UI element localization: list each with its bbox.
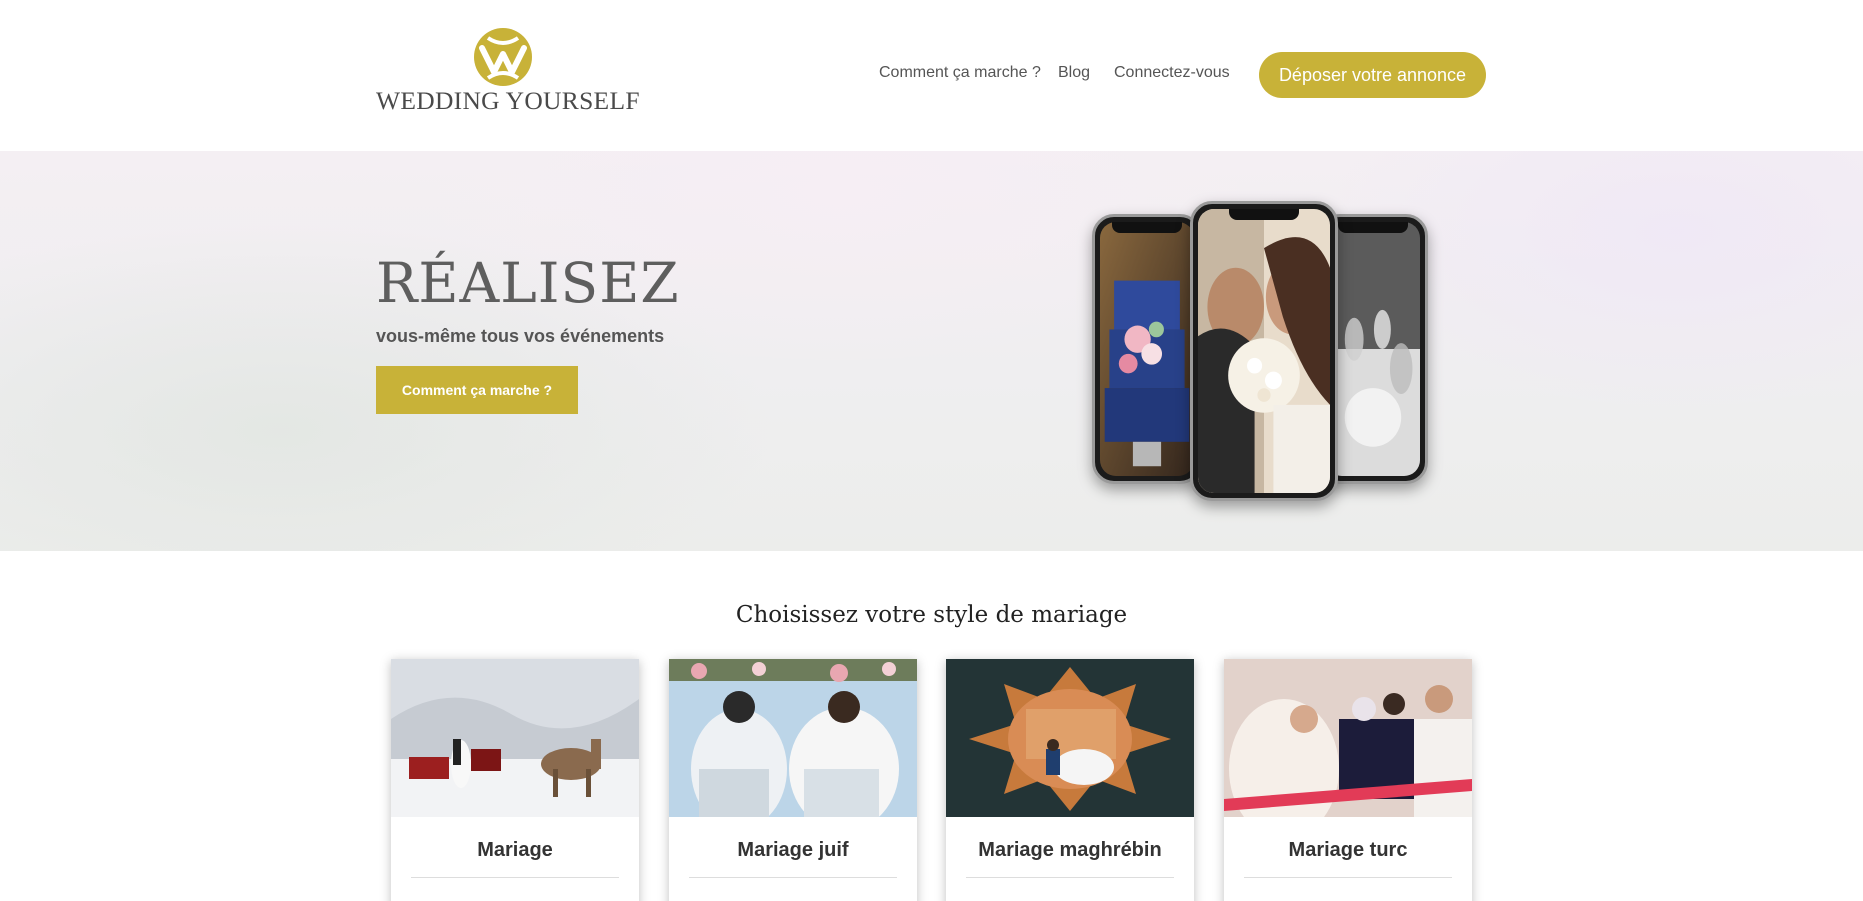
logo-text: WEDDING YOURSELF	[376, 86, 640, 115]
card-divider	[689, 877, 897, 878]
jewish-wedding-image	[669, 659, 917, 817]
style-card-mariage-turc[interactable]: Mariage turc	[1224, 659, 1472, 901]
hero-subtitle: vous-même tous vos événements	[376, 326, 665, 346]
post-ad-button[interactable]: Déposer votre annonce	[1259, 52, 1486, 98]
hero-title: RÉALISEZ	[376, 251, 680, 315]
style-card-mariage-maghrebin[interactable]: Mariage maghrébin	[946, 659, 1194, 901]
section-title: Choisissez votre style de mariage	[735, 602, 1128, 628]
card-title: Mariage	[477, 839, 553, 861]
nav-login[interactable]: Connectez-vous	[1114, 64, 1230, 82]
card-title: Mariage turc	[1288, 839, 1408, 861]
style-card-mariage[interactable]: Mariage	[391, 659, 639, 901]
logo-mark-icon	[474, 28, 532, 86]
card-divider	[966, 877, 1174, 878]
nav-blog[interactable]: Blog	[1058, 64, 1090, 82]
phone-center	[1190, 201, 1338, 501]
nav-how-it-works[interactable]: Comment ça marche ?	[879, 64, 1041, 82]
card-divider	[411, 877, 619, 878]
card-divider	[1244, 877, 1452, 878]
site-logo[interactable]: WEDDING YOURSELF	[376, 26, 640, 116]
card-title: Mariage maghrébin	[978, 839, 1162, 861]
phones-mockup	[1090, 201, 1440, 501]
how-it-works-button[interactable]: Comment ça marche ?	[376, 366, 578, 414]
card-title: Mariage juif	[737, 839, 849, 861]
snow-sleigh-wedding-image	[391, 659, 639, 817]
hero-banner: RÉALISEZ vous-même tous vos événements C…	[0, 151, 1863, 551]
couple-bouquet-image	[1198, 209, 1330, 493]
turkish-wedding-image	[1224, 659, 1472, 817]
phone-left	[1092, 214, 1202, 484]
style-card-mariage-juif[interactable]: Mariage juif	[669, 659, 917, 901]
wedding-cake-image	[1100, 222, 1194, 476]
site-header: WEDDING YOURSELF Comment ça marche ? Blo…	[0, 0, 1863, 151]
maghrebi-wedding-image	[946, 659, 1194, 817]
table-glasses-image	[1326, 222, 1420, 476]
